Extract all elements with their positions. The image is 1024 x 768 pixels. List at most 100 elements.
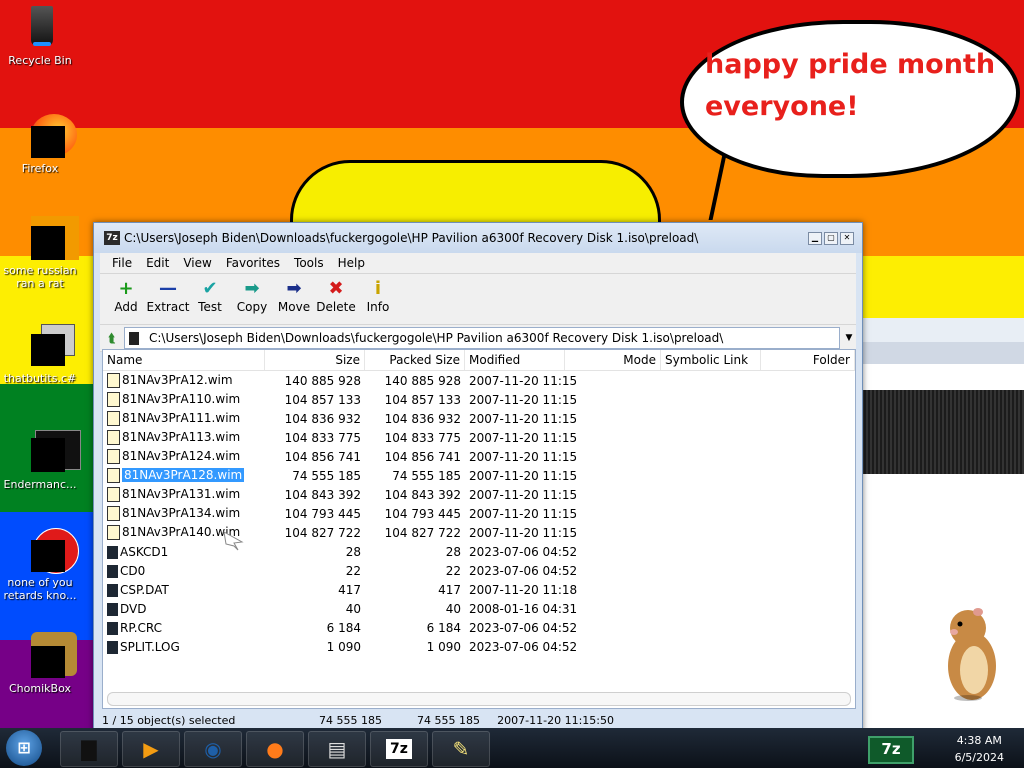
desktop-icon-firefox[interactable]: Firefox <box>0 112 80 175</box>
info-icon: i <box>374 278 382 299</box>
file-size: 104 793 445 <box>284 506 361 521</box>
toolbar-button-label: Delete <box>316 300 356 314</box>
taskbar-button[interactable]: ▇ <box>60 731 118 767</box>
table-row[interactable]: RP.CRC 6 184 6 184 2023-07-06 04:52 <box>103 618 855 637</box>
tray-7zip-icon[interactable]: 7z <box>868 736 914 764</box>
bubble-line-2: everyone! <box>705 91 859 122</box>
column-header-folder[interactable]: Folder <box>761 350 855 370</box>
taskbar-button[interactable]: ✎ <box>432 731 490 767</box>
file-packed-size: 104 793 445 <box>384 506 461 521</box>
toolbar-button-test[interactable]: ✔ Test <box>192 274 228 324</box>
column-header-packed-size[interactable]: Packed Size <box>365 350 465 370</box>
column-header-size[interactable]: Size <box>265 350 365 370</box>
folder-icon <box>129 331 139 345</box>
table-row[interactable]: 81NAv3PrA12.wim 140 885 928 140 885 928 200… <box>103 371 855 390</box>
horizontal-scrollbar[interactable] <box>107 692 851 706</box>
close-button[interactable]: ✕ <box>840 232 854 245</box>
toolbar-button-add[interactable]: + Add <box>108 274 144 324</box>
table-row[interactable]: CD0 22 22 2023-07-06 04:52 <box>103 561 855 580</box>
file-name: SPLIT.LOG <box>120 639 180 654</box>
table-row[interactable]: ASKCD1 28 28 2023-07-06 04:52 <box>103 542 855 561</box>
file-name-cell: 81NAv3PrA128.wim <box>103 468 265 483</box>
taskbar-button[interactable]: 7z <box>370 731 428 767</box>
taskbar-button[interactable]: ▶ <box>122 731 180 767</box>
desktop-icon-chomikbox[interactable]: ChomikBox <box>0 632 80 695</box>
file-size: 104 833 775 <box>284 430 361 445</box>
desktop-icon-endermanch[interactable]: Endermanc... <box>0 428 81 491</box>
file-packed-size: 104 857 133 <box>384 392 461 407</box>
column-header-symbolic-link[interactable]: Symbolic Link <box>661 350 761 370</box>
toolbar: + Add — Extract ✔ Test ➡ Copy ➡ Move ✖ Delete i Info <box>100 274 856 325</box>
firefox-icon: ● <box>266 737 284 761</box>
terminal-icon: ▤ <box>327 737 347 761</box>
toolbar-button-copy[interactable]: ➡ Copy <box>234 274 270 324</box>
hard-drive-icon: ▇ <box>81 737 97 761</box>
toolbar-button-extract[interactable]: — Extract <box>147 274 190 324</box>
file-name-cell: 81NAv3PrA111.wim <box>103 411 265 426</box>
desktop-icon-label: Recycle Bin <box>8 54 72 67</box>
menu-item[interactable]: Edit <box>140 256 175 270</box>
taskbar-button[interactable]: ◉ <box>184 731 242 767</box>
app-icon <box>17 214 79 260</box>
taskbar-button[interactable]: ▤ <box>308 731 366 767</box>
table-row[interactable]: 81NAv3PrA140.wim 104 827 722 104 827 722 20… <box>103 523 855 542</box>
desktop-icon-none-of-you[interactable]: none of you retards kno... <box>0 526 80 602</box>
chevron-down-icon[interactable]: ▼ <box>842 333 856 343</box>
file-icon <box>107 583 118 597</box>
address-field[interactable]: C:\Users\Joseph Biden\Downloads\fuckergo… <box>124 327 840 349</box>
7zip-icon: 7z <box>386 739 412 759</box>
menu-bar: File Edit View Favorites Tools Help <box>100 253 856 274</box>
desktop-icon-label: ChomikBox <box>9 682 71 695</box>
clock-time: 4:38 AM <box>956 734 1002 747</box>
toolbar-button-delete[interactable]: ✖ Delete <box>316 274 356 324</box>
menu-item[interactable]: Help <box>332 256 371 270</box>
file-icon <box>107 545 118 559</box>
file-name-cell: CSP.DAT <box>103 583 265 597</box>
file-name: 81NAv3PrA111.wim <box>122 411 241 425</box>
toolbar-button-move[interactable]: ➡ Move <box>276 274 312 324</box>
toolbar-button-label: Copy <box>236 300 268 314</box>
wim-file-icon <box>107 449 120 464</box>
up-folder-icon[interactable]: ⮬ <box>100 331 124 346</box>
column-header-modified[interactable]: Modified <box>465 350 565 370</box>
maximize-button[interactable]: ▢ <box>824 232 838 245</box>
table-row[interactable]: CSP.DAT 417 417 2007-11-20 11:18 <box>103 580 855 599</box>
file-list: Name Size Packed Size Modified Mode Symb… <box>102 349 856 709</box>
title-bar[interactable]: 7z C:\Users\Joseph Biden\Downloads\fucke… <box>94 223 862 253</box>
table-row[interactable]: 81NAv3PrA124.wim 104 856 741 104 856 741 20… <box>103 447 855 466</box>
file-modified: 2007-11-20 11:15 <box>469 430 578 445</box>
desktop-icon-russian-rat[interactable]: some russian ran a rat <box>0 214 80 290</box>
menu-item[interactable]: Favorites <box>220 256 286 270</box>
toolbar-button-info[interactable]: i Info <box>360 274 396 324</box>
file-modified: 2023-07-06 04:52 <box>469 563 578 578</box>
table-row[interactable]: SPLIT.LOG 1 090 1 090 2023-07-06 04:52 <box>103 637 855 656</box>
clock[interactable]: 4:38 AM 6/5/2024 <box>955 732 1004 766</box>
table-row[interactable]: 81NAv3PrA110.wim 104 857 133 104 857 133 20… <box>103 390 855 409</box>
minimize-button[interactable]: ▁ <box>808 232 822 245</box>
file-modified: 2023-07-06 04:52 <box>469 620 578 635</box>
file-packed-size: 417 <box>438 582 461 597</box>
table-row[interactable]: DVD 40 40 2008-01-16 04:31 <box>103 599 855 618</box>
table-row[interactable]: 81NAv3PrA128.wim 74 555 185 74 555 185 2007… <box>103 466 855 485</box>
column-header-mode[interactable]: Mode <box>565 350 661 370</box>
file-name-cell: 81NAv3PrA124.wim <box>103 449 265 464</box>
desktop-icon-label: Firefox <box>21 162 59 175</box>
menu-item[interactable]: View <box>177 256 217 270</box>
mouse-cursor-icon <box>223 531 244 551</box>
menu-item[interactable]: Tools <box>288 256 330 270</box>
file-packed-size: 22 <box>445 563 461 578</box>
desktop-icon-thatbutits[interactable]: thatbutits.c# <box>0 322 80 385</box>
taskbar-button[interactable]: ● <box>246 731 304 767</box>
desktop-icon-recycle-bin[interactable]: Recycle Bin <box>0 4 80 67</box>
table-row[interactable]: 81NAv3PrA111.wim 104 836 932 104 836 932 20… <box>103 409 855 428</box>
file-name: 81NAv3PrA113.wim <box>122 430 241 444</box>
desktop-icon-label: Endermanc... <box>3 478 77 491</box>
table-row[interactable]: 81NAv3PrA131.wim 104 843 392 104 843 392 20… <box>103 485 855 504</box>
column-header-name[interactable]: Name <box>103 350 265 370</box>
table-row[interactable]: 81NAv3PrA113.wim 104 833 775 104 833 775 20… <box>103 428 855 447</box>
7zip-window: 7z C:\Users\Joseph Biden\Downloads\fucke… <box>93 222 863 732</box>
start-button[interactable]: ⊞ <box>6 730 42 766</box>
file-icon <box>107 640 118 654</box>
table-row[interactable]: 81NAv3PrA134.wim 104 793 445 104 793 445 20… <box>103 504 855 523</box>
menu-item[interactable]: File <box>106 256 138 270</box>
